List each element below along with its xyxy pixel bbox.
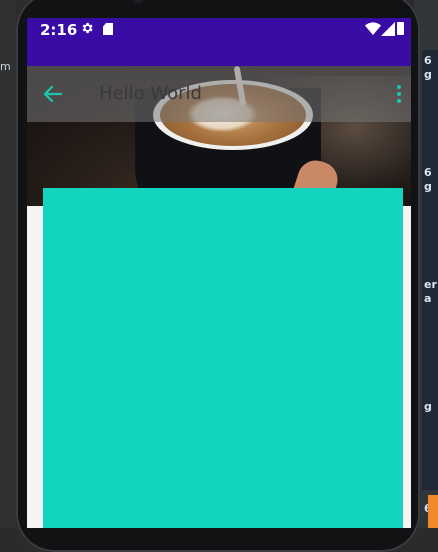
ide-left-text: m — [0, 60, 11, 73]
ide-right-strip — [422, 50, 438, 490]
ide-fragment: a — [424, 292, 432, 305]
signal-icon — [381, 22, 395, 36]
gear-icon — [82, 22, 93, 34]
content-card — [43, 188, 403, 528]
ide-fragment: g — [424, 68, 432, 81]
sim-icon — [103, 23, 113, 35]
phone-camera — [132, 0, 144, 4]
status-bar: 2:16 — [27, 18, 411, 66]
more-vert-icon[interactable] — [387, 82, 411, 106]
ide-left-panel: m — [0, 0, 16, 528]
toolbar-title: Hello World — [99, 83, 202, 104]
ide-fragment: 6 — [424, 54, 432, 67]
ide-fragment: 6 — [424, 166, 432, 179]
battery-icon — [397, 22, 404, 35]
ide-fragment: g — [424, 400, 432, 413]
ide-fragment: g — [424, 180, 432, 193]
ide-orange-marker — [428, 495, 438, 528]
arrow-back-icon[interactable] — [41, 82, 65, 106]
phone-screen: 2:16 Hello World — [27, 18, 411, 528]
ide-fragment: er — [424, 278, 437, 291]
app-toolbar: Hello World — [27, 66, 411, 122]
status-time: 2:16 — [40, 21, 78, 39]
wifi-icon — [365, 22, 381, 35]
